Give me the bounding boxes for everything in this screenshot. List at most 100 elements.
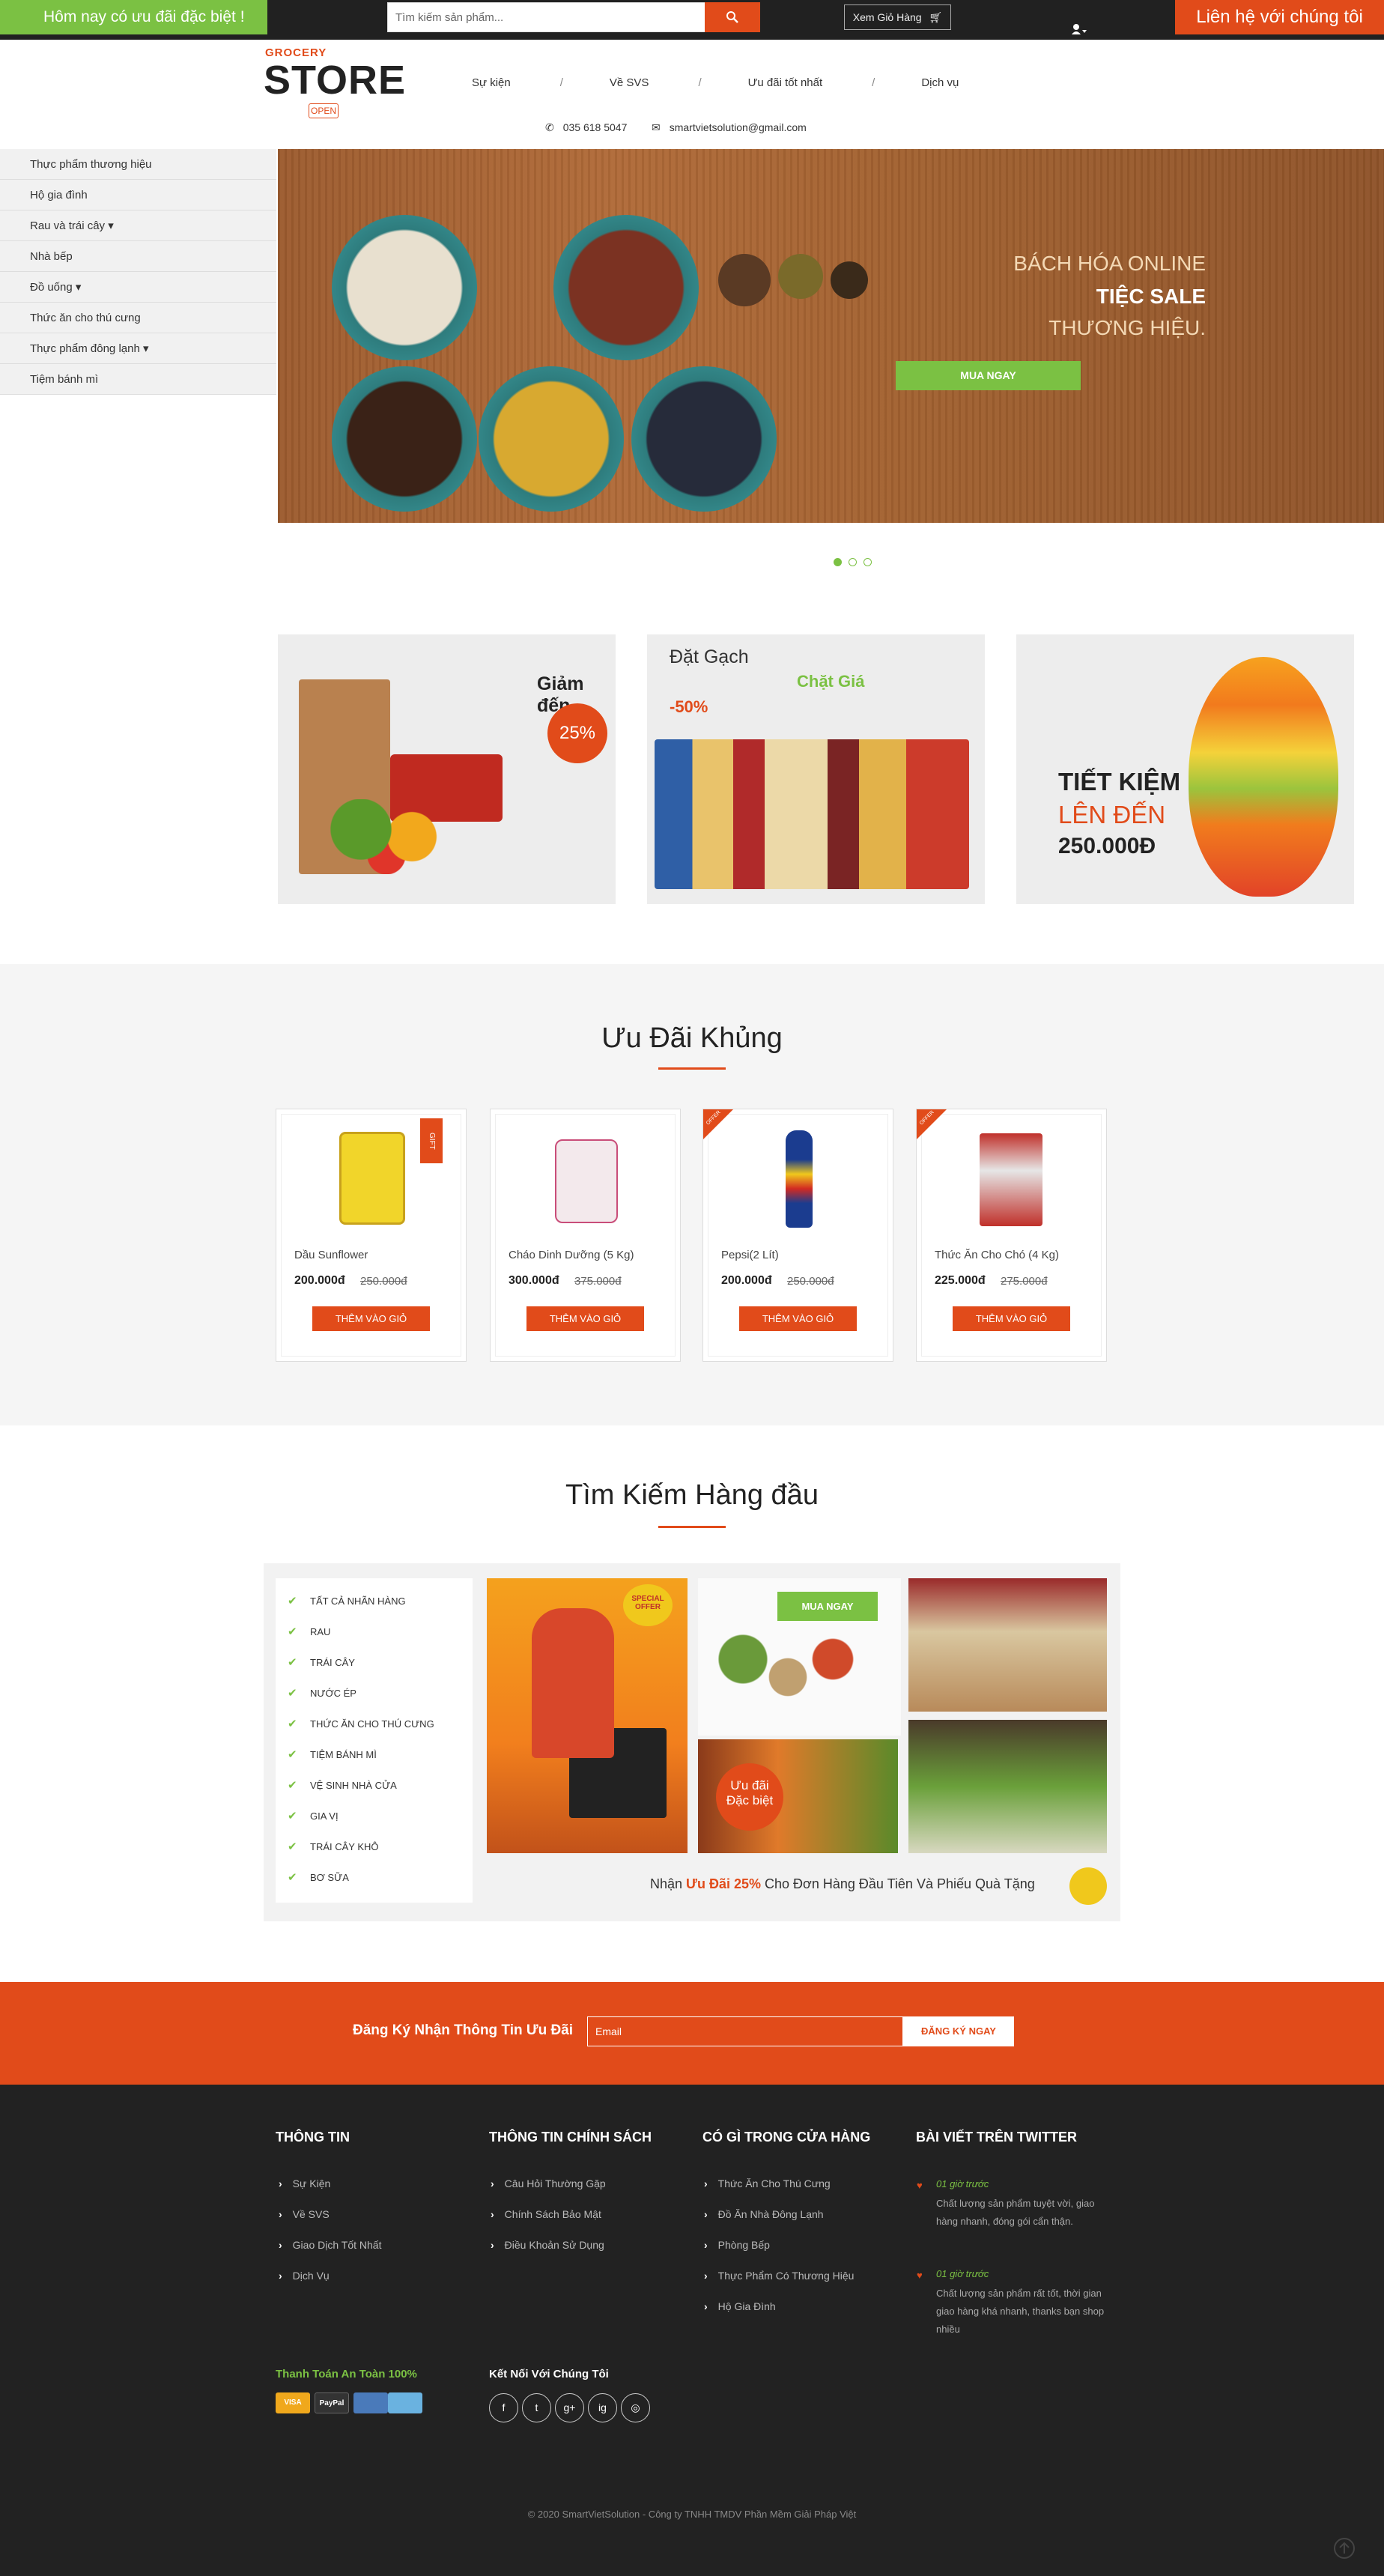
promo-2-title: Đặt Gạch (670, 646, 749, 667)
product-card-pepsi[interactable]: OFFER Pepsi(2 Lít) 200.000đ 250.000đ THÊ… (702, 1109, 893, 1362)
check-icon: ✔ (288, 1595, 297, 1607)
ingredients-image (713, 1623, 863, 1713)
product-name[interactable]: Cháo Dinh Dưỡng (5 Kg) (509, 1249, 634, 1261)
category-item[interactable]: ✔ GIA VỊ (276, 1801, 473, 1831)
category-item[interactable]: ✔ THỨC ĂN CHO THÚ CƯNG (276, 1709, 473, 1739)
mastercard-card-icon (353, 2392, 388, 2413)
footer-col-twitter-title: BÀI VIẾT TRÊN TWITTER (916, 2130, 1077, 2145)
banner-line-3: THƯƠNG HIỆU. (1048, 316, 1206, 339)
view-cart-button[interactable]: Xem Giỏ Hàng 🛒︎ (844, 4, 951, 30)
nav-item-best-deals[interactable]: Ưu đãi tốt nhất (748, 76, 823, 89)
footer-link[interactable]: › Hộ Gia Đình (704, 2300, 776, 2312)
top-bar: Hôm nay có ưu đãi đặc biệt ! Tìm kiếm sả… (0, 0, 1384, 40)
product-name[interactable]: Dầu Sunflower (294, 1249, 368, 1261)
user-icon[interactable] (1071, 23, 1087, 39)
instagram-icon[interactable]: ig (588, 2393, 617, 2422)
footer-link[interactable]: › Sự Kiện (279, 2178, 330, 2189)
footer-link[interactable]: › Chính Sách Bảo Mật (491, 2208, 601, 2220)
check-icon: ✔ (288, 1625, 297, 1638)
shopping-woman-tile[interactable]: SPECIAL OFFER (487, 1578, 688, 1853)
product-card-sunflower-oil[interactable]: GIFT Dầu Sunflower 200.000đ 250.000đ THÊ… (276, 1109, 467, 1362)
sidebar-item-kitchen[interactable]: Nhà bếp (0, 241, 276, 272)
promo-card-juice[interactable]: TIẾT KIỆM LÊN ĐẾN 250.000Đ (1016, 634, 1354, 904)
add-to-cart-button[interactable]: THÊM VÀO GIỎ (312, 1306, 430, 1331)
email-field[interactable]: Email (587, 2016, 903, 2046)
footer-link[interactable]: › Thực Phẩm Có Thương Hiệu (704, 2270, 854, 2282)
check-icon: ✔ (288, 1871, 297, 1884)
sidebar-item-pet-food[interactable]: Thức ăn cho thú cưng (0, 303, 276, 333)
sidebar-item-bakery[interactable]: Tiệm bánh mì (0, 364, 276, 395)
ingredients-tile[interactable]: MUA NGAY (698, 1578, 901, 1736)
tweet-text: Chất lượng sản phẩm tuyệt vời, giao hàng… (936, 2198, 1095, 2227)
nav-item-about[interactable]: Về SVS (610, 76, 649, 89)
sidebar-item-brand-food[interactable]: Thực phẩm thương hiệu (0, 149, 276, 180)
add-to-cart-button[interactable]: THÊM VÀO GIỎ (953, 1306, 1070, 1331)
promo-card-vegetables[interactable]: Giảm đến 25% (278, 634, 616, 904)
product-old-price: 375.000đ (574, 1275, 622, 1288)
category-item[interactable]: ✔ TRÁI CÂY KHÔ (276, 1831, 473, 1862)
product-card-dog-food[interactable]: OFFER Thức Ăn Cho Chó (4 Kg) 225.000đ 27… (916, 1109, 1107, 1362)
footer-link[interactable]: › Giao Dịch Tốt Nhất (279, 2239, 381, 2251)
logo-store-text[interactable]: STORE (264, 57, 406, 103)
buy-now-tile-button[interactable]: MUA NGAY (777, 1592, 878, 1621)
buy-now-button[interactable]: MUA NGAY (896, 361, 1081, 390)
slider-dot[interactable] (864, 558, 872, 566)
slider-dot-active[interactable] (834, 558, 842, 566)
sidebar-item-vegetables-fruits[interactable]: Rau và trái cây ▾ (0, 210, 276, 241)
footer-link[interactable]: › Dịch Vụ (279, 2270, 330, 2282)
subscribe-button[interactable]: ĐĂNG KÝ NGAY (903, 2016, 1014, 2046)
promo-card-rice[interactable]: Đặt Gạch Chặt Giá -50% (647, 634, 985, 904)
promo-3-line-2: LÊN ĐẾN (1058, 801, 1166, 828)
special-offer-banner[interactable]: Hôm nay có ưu đãi đặc biệt ! (0, 0, 267, 34)
footer-link-label: Câu Hỏi Thường Gặp (504, 2178, 606, 2189)
nav-separator: / (698, 76, 702, 89)
category-item[interactable]: ✔ RAU (276, 1616, 473, 1647)
rice-bags-image (655, 739, 969, 889)
search-button[interactable] (705, 2, 760, 32)
product-name[interactable]: Pepsi(2 Lít) (721, 1249, 779, 1261)
add-to-cart-button[interactable]: THÊM VÀO GIỎ (526, 1306, 644, 1331)
footer-link[interactable]: › Về SVS (279, 2208, 330, 2220)
search-input[interactable]: Tìm kiếm sản phẩm... (387, 2, 706, 32)
google-plus-icon[interactable]: g+ (555, 2393, 584, 2422)
vegetable-shelf-tile[interactable] (908, 1720, 1107, 1853)
woman-image (532, 1608, 614, 1758)
scroll-to-top-icon[interactable] (1333, 2537, 1356, 2563)
nav-item-events[interactable]: Sự kiện (472, 76, 511, 89)
sidebar-item-household[interactable]: Hộ gia đình (0, 180, 276, 210)
footer-col-store-title: CÓ GÌ TRONG CỬA HÀNG (702, 2130, 871, 2145)
sidebar-item-drinks[interactable]: Đồ uống ▾ (0, 272, 276, 303)
product-old-price: 250.000đ (360, 1275, 407, 1288)
footer-link[interactable]: › Đồ Ăn Nhà Đông Lạnh (704, 2208, 824, 2220)
category-label: NƯỚC ÉP (310, 1688, 356, 1699)
category-item[interactable]: ✔ VỆ SINH NHÀ CỬA (276, 1770, 473, 1801)
footer-link[interactable]: › Phòng Bếp (704, 2239, 770, 2251)
phone-number: 035 618 5047 (562, 121, 628, 133)
tweet-author[interactable]: 01 giờ trước (936, 2178, 989, 2189)
nav-item-services[interactable]: Dịch vụ (921, 76, 959, 89)
footer-link[interactable]: › Câu Hỏi Thường Gặp (491, 2178, 606, 2189)
twitter-social-icon[interactable]: t (522, 2393, 551, 2422)
special-deal-tile[interactable]: Ưu đãi Đặc biệt (698, 1739, 898, 1853)
product-card-porridge[interactable]: Cháo Dinh Dưỡng (5 Kg) 300.000đ 375.000đ… (490, 1109, 681, 1362)
check-icon: ✔ (288, 1779, 297, 1792)
category-item[interactable]: ✔ BƠ SỮA (276, 1862, 473, 1893)
dribbble-icon[interactable]: ◎ (621, 2393, 650, 2422)
category-item[interactable]: ✔ NƯỚC ÉP (276, 1678, 473, 1709)
category-item[interactable]: ✔ TIỆM BÁNH MÌ (276, 1739, 473, 1770)
sidebar-item-frozen-food[interactable]: Thực phẩm đông lạnh ▾ (0, 333, 276, 364)
footer-link[interactable]: › Thức Ăn Cho Thú Cưng (704, 2178, 831, 2189)
product-name[interactable]: Thức Ăn Cho Chó (4 Kg) (935, 1249, 1059, 1261)
contact-us-button[interactable]: Liên hệ với chúng tôi (1175, 0, 1384, 34)
add-to-cart-button[interactable]: THÊM VÀO GIỎ (739, 1306, 857, 1331)
category-item[interactable]: ✔ TRÁI CÂY (276, 1647, 473, 1678)
newsletter-label: Đăng Ký Nhận Thông Tin Ưu Đãi (353, 2022, 574, 2038)
category-label: GIA VỊ (310, 1810, 339, 1822)
tweet-author[interactable]: 01 giờ trước (936, 2268, 989, 2279)
footer-link[interactable]: › Điều Khoản Sử Dụng (491, 2239, 604, 2251)
slider-dot[interactable] (849, 558, 857, 566)
footer-link-label: Thức Ăn Cho Thú Cưng (717, 2178, 831, 2189)
facebook-icon[interactable]: f (489, 2393, 518, 2422)
supermarket-aisle-tile[interactable] (908, 1578, 1107, 1712)
category-item[interactable]: ✔ TẤT CẢ NHÃN HÀNG (276, 1586, 473, 1616)
